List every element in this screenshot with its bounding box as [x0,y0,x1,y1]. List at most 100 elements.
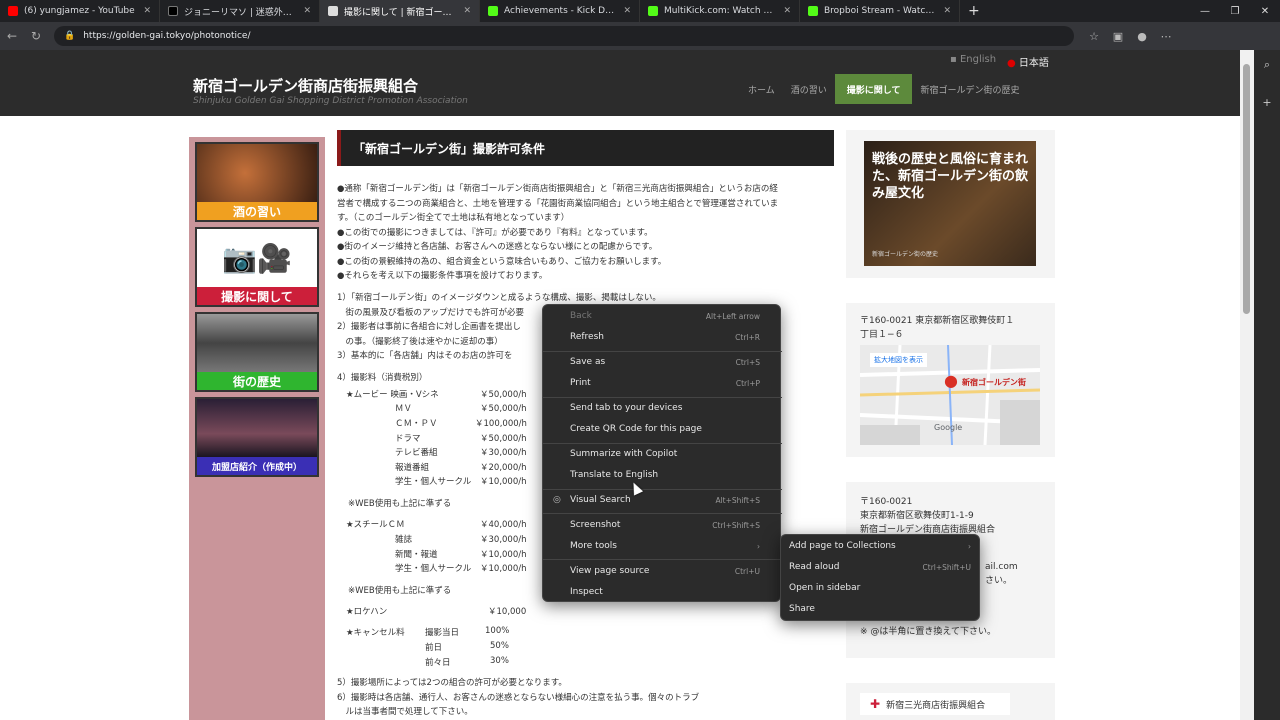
menu-item-save-as[interactable]: Save as Ctrl+S [543,352,782,372]
fee-name: ドラマ [395,434,421,444]
menu-shortcut: Alt+Left arrow [705,311,760,321]
close-icon[interactable]: ✕ [943,6,951,16]
submenu-item-read-aloud[interactable]: Read aloud Ctrl+Shift+U [781,557,981,577]
main-nav: ホーム 酒の習い 撮影に関して 新宿ゴールデン街の歴史 [740,74,1028,104]
close-icon[interactable]: ✕ [783,6,791,16]
menu-item-print[interactable]: Print Ctrl+P [543,373,782,393]
menu-label: Summarize with Copilot [570,449,678,459]
menu-item-view-source[interactable]: View page source Ctrl+U [543,561,782,581]
close-icon[interactable]: ✕ [623,6,631,16]
menu-label: Screenshot [570,520,621,530]
intro-line: す。（このゴールデン街全てで土地は私有地となっています） [337,213,570,223]
enlarge-map-link[interactable]: 拡大地図を表示 [870,353,927,367]
menu-separator [543,513,782,514]
submenu-item-collections[interactable]: Add page to Collections › [781,536,981,556]
menu-label: Open in sidebar [789,583,861,593]
collections-icon[interactable]: ▣ [1106,30,1130,43]
tab-title: (6) yungjamez - YouTube [24,6,135,16]
alley-photo [197,399,317,457]
youtube-icon [8,6,18,16]
menu-label: Save as [570,357,606,367]
menu-item-summarize[interactable]: Summarize with Copilot [543,444,782,464]
menu-item-back[interactable]: Back Alt+Left arrow [543,306,782,326]
tab-bropboi[interactable]: Bropboi Stream - Watch Live ✕ [800,0,960,22]
fee-name: ＣＭ・ＰＶ [395,419,438,429]
menu-item-screenshot[interactable]: Screenshot Ctrl+Shift+S [543,515,782,535]
reload-icon[interactable]: ↻ [24,29,48,43]
search-icon[interactable]: ⌕ [1264,58,1270,72]
sidebar-item-photography[interactable]: 📷🎥 撮影に関して [195,227,319,307]
menu-item-qr-code[interactable]: Create QR Code for this page [543,419,782,439]
fee-name: ★ムービー 映画・Vシネ [346,390,439,400]
back-icon[interactable]: ← [0,29,24,43]
lang-japanese-label: 日本語 [1018,58,1049,69]
scrollbar[interactable] [1240,50,1254,720]
menu-label: View page source [570,566,650,576]
kick-icon [488,6,498,16]
close-icon[interactable]: ✕ [463,6,471,16]
menu-item-translate[interactable]: Translate to English [543,465,782,485]
close-icon[interactable]: ✕ [143,6,151,16]
sidebar-item-members[interactable]: 加盟店紹介（作成中） [195,397,319,477]
add-icon[interactable]: + [1262,96,1271,109]
x-icon [168,6,178,16]
tab-youtube[interactable]: (6) yungjamez - YouTube ✕ [0,0,160,22]
context-menu: Back Alt+Left arrow Refresh Ctrl+R Save as… [542,304,782,602]
cancel-pct: 50% [490,641,509,651]
fee-name: 報道番組 [395,463,430,473]
scroll-thumb[interactable] [1243,64,1250,314]
nav-history[interactable]: 新宿ゴールデン街の歴史 [912,74,1027,104]
tab-x[interactable]: ジョニーリマソ | 迷惑外国人撲滅 (@ ✕ [160,0,320,22]
fee-name: ＭＶ [395,404,413,414]
menu-item-send-tab[interactable]: Send tab to your devices [543,398,782,418]
fee-name: 新聞・報道 [395,550,438,560]
menu-label: Create QR Code for this page [570,424,702,434]
camera-icon: 📷🎥 [197,229,317,287]
menu-item-visual-search[interactable]: ◎ Visual Search Alt+Shift+S [543,490,782,510]
menu-item-inspect[interactable]: Inspect [543,582,782,602]
edge-sidebar: ⌕ + [1254,50,1280,720]
lang-japanese-link[interactable]: ● 日本語 [1007,54,1049,69]
sidebar-item-drinking[interactable]: 酒の習い [195,142,319,222]
profile-icon[interactable]: ● [1130,30,1154,43]
menu-shortcut: Alt+Shift+S [715,495,760,505]
tab-kick-dashboard[interactable]: Achievements - Kick Dashboard ✕ [480,0,640,22]
fee-name: 学生・個人サークル [395,564,472,574]
more-icon[interactable]: ⋯ [1154,30,1178,43]
url-field[interactable]: 🔒 https://golden-gai.tokyo/photonotice/ [54,26,1074,46]
favorite-icon[interactable]: ☆ [1082,30,1106,43]
chevron-right-icon: › [968,541,971,551]
nav-photography[interactable]: 撮影に関して [834,74,913,104]
fee-name: ★スチールＣＭ [346,520,405,530]
nav-home[interactable]: ホーム [740,74,783,104]
menu-shortcut: Ctrl+S [735,357,760,367]
history-promo-banner[interactable]: 戦後の歴史と風俗に育まれた、新宿ゴールデン街の飲み屋文化 新宿ゴールデン街の歴史 [864,141,1036,266]
menu-item-more-tools[interactable]: More tools › [543,536,782,556]
submenu-item-open-sidebar[interactable]: Open in sidebar [781,578,981,598]
tab-multikick[interactable]: MultiKick.com: Watch Multiple Str ✕ [640,0,800,22]
tab-golden-gai[interactable]: 撮影に関して | 新宿ゴールデン街商店 ✕ [320,0,480,22]
fee-price: ￥30,000/h [480,535,527,545]
nav-drinking-customs[interactable]: 酒の習い [783,74,835,104]
new-tab-button[interactable]: + [968,3,980,19]
restore-icon[interactable]: ❐ [1220,0,1250,22]
contact-address: 〒160-0021 東京都新宿区歌舞伎町1-1-9 新宿ゴールデン街商店街振興組… [860,495,995,537]
fee-price: ￥50,000/h [480,404,527,414]
lang-english-link[interactable]: ▪ English [950,54,996,65]
site-title[interactable]: 新宿ゴールデン街商店街振興組合 [193,75,418,96]
map-address-line: 丁目１−６ [860,330,904,340]
submenu-item-share[interactable]: Share [781,599,981,619]
close-icon[interactable]: ✕ [303,6,311,16]
cancel-when: 撮影当日 [425,628,460,638]
contact-email[interactable]: ail.com [985,560,1018,574]
minimize-icon[interactable]: — [1190,0,1220,22]
intro-line: ●街のイメージ維持と各店舗、お客さんへの迷惑とならない様にとの配慮からです。 [337,242,658,252]
fee-price: ￥10,000/h [480,564,527,574]
flag-jp-icon: ● [1007,58,1019,69]
fee-title: 4）撮影料（消費税別） [337,373,428,383]
google-map[interactable]: 拡大地図を表示 ● 新宿ゴールデン街 Google [860,345,1040,445]
sidebar-item-history[interactable]: 街の歴史 [195,312,319,392]
sanko-banner[interactable]: ✚ 新宿三光商店街振興組合 [860,693,1010,715]
close-window-icon[interactable]: ✕ [1250,0,1280,22]
menu-item-refresh[interactable]: Refresh Ctrl+R [543,327,782,347]
